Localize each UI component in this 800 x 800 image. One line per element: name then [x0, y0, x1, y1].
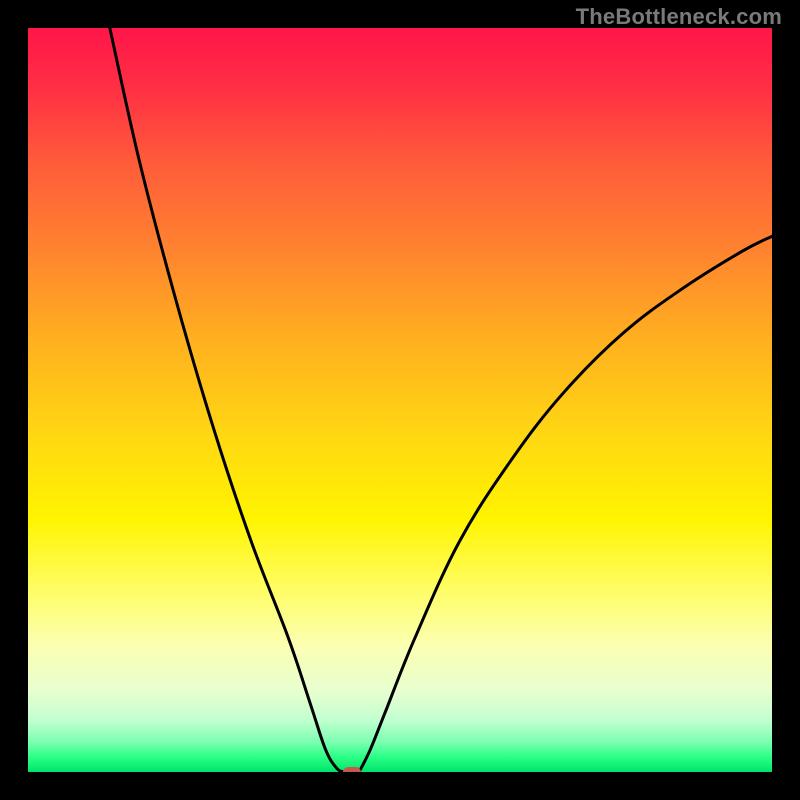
- chart-container: TheBottleneck.com: [0, 0, 800, 800]
- curve-path: [110, 28, 772, 772]
- plot-area: [28, 28, 772, 772]
- minimum-marker: [343, 767, 361, 772]
- attribution-text: TheBottleneck.com: [576, 4, 782, 30]
- bottleneck-curve: [28, 28, 772, 772]
